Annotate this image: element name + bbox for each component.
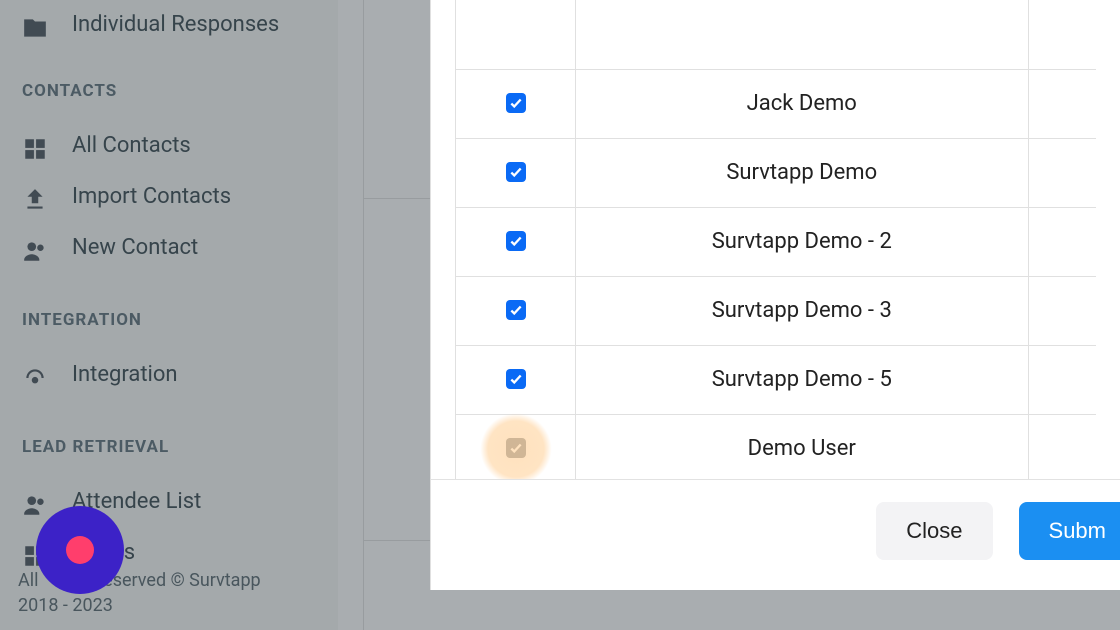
row-name: Survtapp Demo - 5 xyxy=(576,345,1029,414)
row-name: Jack Demo xyxy=(576,69,1029,138)
row-name: Survtapp Demo xyxy=(576,138,1029,207)
row-checkbox[interactable] xyxy=(506,438,526,458)
record-indicator[interactable] xyxy=(36,506,124,594)
row-checkbox[interactable] xyxy=(506,231,526,251)
row-checkbox[interactable] xyxy=(506,93,526,113)
row-name: Survtapp Demo - 3 xyxy=(576,276,1029,345)
row-checkbox[interactable] xyxy=(506,300,526,320)
row-checkbox[interactable] xyxy=(506,369,526,389)
contact-select-modal: Jack Demo Survtapp Demo xyxy=(430,0,1120,590)
table-row: Survtapp Demo - 3 xyxy=(456,276,1097,345)
table-row: Jack Demo xyxy=(456,69,1097,138)
table-row: Survtapp Demo - 2 xyxy=(456,207,1097,276)
row-checkbox[interactable] xyxy=(506,162,526,182)
row-name: Survtapp Demo - 2 xyxy=(576,207,1029,276)
row-name: Demo User xyxy=(576,414,1029,479)
contact-table: Jack Demo Survtapp Demo xyxy=(455,0,1096,479)
table-row: Survtapp Demo - 5 xyxy=(456,345,1097,414)
modal-body: Jack Demo Survtapp Demo xyxy=(431,0,1120,479)
submit-button[interactable]: Subm xyxy=(1019,502,1120,560)
modal-footer: Close Subm xyxy=(431,479,1120,590)
close-button[interactable]: Close xyxy=(876,502,992,560)
record-dot-icon xyxy=(66,536,94,564)
table-row: Demo User xyxy=(456,414,1097,479)
table-row xyxy=(456,0,1097,69)
table-row: Survtapp Demo xyxy=(456,138,1097,207)
